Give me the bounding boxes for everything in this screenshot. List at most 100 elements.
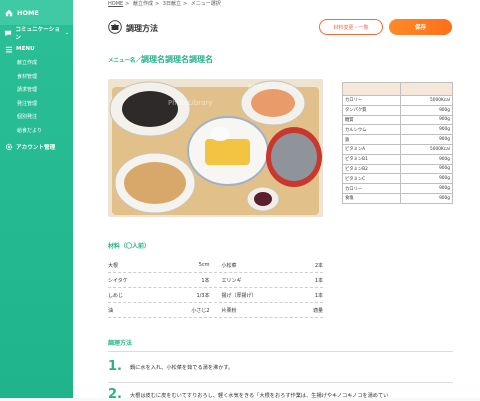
nutrient-name: 食塩 — [341, 192, 402, 204]
table-row — [341, 82, 453, 96]
sidebar-item-ingredients[interactable]: 食材管理 — [0, 70, 73, 84]
chat-icon — [4, 29, 12, 38]
nutrient-name: 糖質 — [341, 114, 402, 126]
sidebar-menu-header[interactable]: MENU — [0, 42, 73, 56]
ingredient-qty: 1本 — [201, 277, 210, 284]
ingredient-qty: 5cm — [198, 261, 210, 268]
ingredient-qty: 適量 — [312, 307, 323, 314]
method-heading: 調理方法 — [108, 340, 133, 347]
breadcrumb-home[interactable]: HOME — [108, 1, 123, 7]
ingredient-name: 油 — [108, 307, 114, 314]
step-number: 2. — [108, 388, 122, 401]
breadcrumb-menu-create[interactable]: 献立作成 — [133, 1, 153, 7]
step-item: 1. 鍋に水を入れ、小松菜を茹でる湯を沸かす。 — [108, 360, 453, 373]
nutrient-name: 鉄 — [341, 134, 402, 145]
sidebar-item-label: 請求管理 — [17, 87, 38, 94]
table-row: 食塩 900g — [341, 192, 453, 204]
ingredient-name: 小松菜 — [221, 262, 237, 269]
step-text: 大根は皮むに皮をむいてすりおろし、軽く水気をきる「大根をおろす作業は、生揚げやキ… — [129, 393, 389, 399]
nutrient-name: カロリー — [341, 183, 402, 194]
list-item: しめじ 1/3本 揚げ（厚揚げ） 1本 — [108, 288, 323, 303]
ingredient-qty: 1本 — [314, 292, 323, 299]
table-row: ビタミンB2 900g — [341, 163, 453, 175]
sidebar-communication-label: コミュニケーション — [15, 27, 60, 41]
nutrient-name: ビタミンB1 — [341, 153, 402, 165]
home-icon — [4, 8, 13, 17]
chevron-down-icon: ⌄ — [64, 30, 69, 36]
step-number: 1. — [108, 359, 122, 374]
sidebar-item-newsletter[interactable]: 給食だより — [0, 124, 73, 138]
nutrient-value: 900g — [400, 153, 453, 165]
ingredient-name: 大根 — [108, 262, 119, 269]
menu-list-icon — [4, 45, 13, 54]
sidebar-item-orders[interactable]: 発注管理 — [0, 97, 73, 111]
nutrient-value: 900g — [400, 114, 453, 126]
dish-title: メニュー名／調理名調理名調理名 — [108, 54, 213, 65]
dish-photo: PhotoLibrary PhotoLibrary — [108, 79, 323, 217]
sidebar-item-label: 献立作成 — [17, 60, 38, 67]
sidebar-item-label: 発注管理 — [17, 100, 38, 107]
list-item: 大根 5cm 小松菜 2本 — [108, 258, 323, 273]
sidebar-item-label: 個別発注 — [17, 114, 38, 121]
ingredient-name: シイタケ — [108, 277, 128, 284]
meal-illustration: PhotoLibrary PhotoLibrary — [108, 79, 323, 217]
list-item: シイタケ 1本 エリンギ 1本 — [108, 273, 323, 288]
nutrient-name: カロリー — [341, 95, 402, 106]
save-button[interactable]: 保存 — [389, 19, 452, 35]
nutrient-name: ビタミンB2 — [341, 163, 402, 175]
ingredients-list: 大根 5cm 小松菜 2本 シイタケ 1本 エリンギ 1本 しめじ 1/3本 揚げ（厚揚げ… — [108, 258, 323, 318]
sidebar-item-label: 給食だより — [17, 127, 42, 134]
sidebar-item-account[interactable]: アカウント管理 — [0, 140, 73, 154]
divider — [108, 382, 453, 383]
sidebar: HOME コミュニケーション ⌄ MENU 献立作成 食材管理 請求管理 発注管… — [0, 0, 73, 398]
nutrient-value: 900g — [400, 163, 453, 175]
nutrient-value: 900g — [400, 192, 453, 204]
nutrient-value: 900g — [400, 173, 453, 185]
sidebar-item-label: 食材管理 — [17, 73, 38, 80]
nutrient-value: 5000Kcal — [400, 143, 453, 155]
table-row: 糖質 900g — [341, 114, 453, 126]
sidebar-item-home[interactable]: HOME — [0, 0, 73, 25]
nutrient-value: 900g — [400, 104, 453, 116]
sidebar-item-individual-orders[interactable]: 個別発注 — [0, 110, 73, 124]
nutrient-name: カルシウム — [341, 124, 402, 136]
nutrient-name: タンパク質 — [341, 104, 402, 116]
nutrition-table: カロリー 5000Kcal タンパク質 900g 糖質 900g カルシウム 900g … — [341, 82, 453, 204]
sidebar-account-label: アカウント管理 — [16, 145, 56, 151]
sidebar-item-billing[interactable]: 請求管理 — [0, 83, 73, 97]
breadcrumb: HOME > 献立作成 > 3日献立 > メニュー選択 — [108, 1, 221, 7]
table-row: カロリー 900g — [341, 183, 453, 194]
page-title-area: 調理方法 — [108, 20, 158, 36]
table-row: ビタミンB1 900g — [341, 153, 453, 165]
page-title: 調理方法 — [126, 23, 158, 33]
ingredients-heading: 材料（〇人前） — [108, 243, 151, 250]
divider — [108, 351, 453, 352]
sidebar-item-communication[interactable]: コミュニケーション ⌄ — [0, 25, 73, 41]
ingredient-name: 片栗粉 — [221, 307, 237, 314]
pot-icon — [108, 20, 122, 36]
sidebar-menu-label: MENU — [16, 46, 35, 52]
ingredient-name: 揚げ（厚揚げ） — [221, 292, 257, 299]
table-row: ビタミンC 900g — [341, 173, 453, 185]
breadcrumb-3day[interactable]: 3日献立 — [163, 1, 181, 7]
table-row: 鉄 900g — [341, 134, 453, 145]
nutrient-name: ビタミンC — [341, 173, 402, 185]
photo-watermark: PhotoLibrary — [248, 83, 292, 91]
ingredient-qty: 1本 — [314, 277, 323, 284]
ingredient-name: エリンギ — [221, 277, 242, 284]
sidebar-item-menu-create[interactable]: 献立作成 — [0, 56, 73, 70]
nutrient-value: 900g — [400, 124, 453, 136]
nutrient-value: 5000Kcal — [400, 95, 453, 106]
nutrient-value: 900g — [400, 183, 453, 194]
change-ingredients-button[interactable]: 材料変更・一覧 — [319, 19, 383, 35]
dish-prefix: メニュー名／ — [108, 58, 142, 64]
nutrient-value: 900g — [400, 134, 453, 145]
table-row: タンパク質 900g — [341, 104, 453, 116]
step-text: 鍋に水を入れ、小松菜を茹でる湯を沸かす。 — [129, 365, 234, 371]
ingredient-qty: 2本 — [314, 262, 323, 269]
step-item: 2. 大根は皮むに皮をむいてすりおろし、軽く水気をきる「大根をおろす作業は、生揚… — [108, 388, 453, 401]
ingredient-qty: 小さじ2 — [191, 307, 210, 314]
table-row: カルシウム 900g — [341, 124, 453, 136]
dish-name: 調理名調理名調理名 — [141, 55, 214, 64]
photo-watermark: PhotoLibrary — [168, 99, 212, 107]
